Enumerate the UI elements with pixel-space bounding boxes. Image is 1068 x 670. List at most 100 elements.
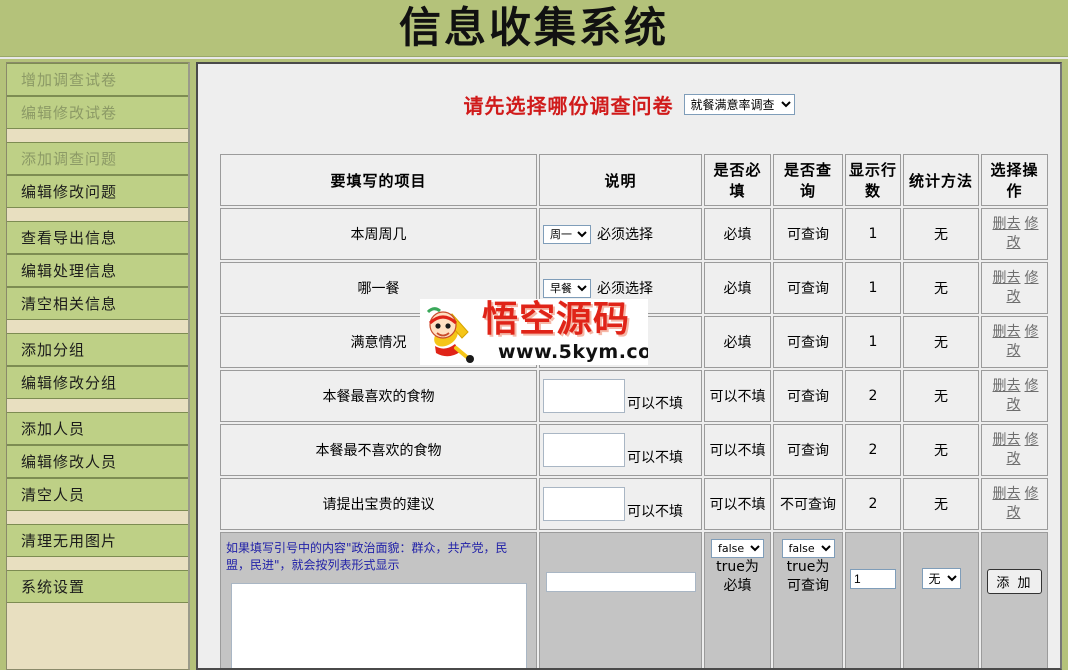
add-row-hint: 如果填写引号中的内容"政治面貌：群众，共产党，民盟，民进"，就会按列表形式显示 xyxy=(226,541,508,573)
add-required-select[interactable]: false xyxy=(711,539,764,558)
table-row: 本餐最不喜欢的食物 可以不填 可以不填 可查询 2 无删去 修改 xyxy=(220,424,1048,476)
sidebar-item-label: 系统设置 xyxy=(21,578,86,596)
sidebar-item-9[interactable]: 添加人员 xyxy=(7,412,188,445)
add-required-cell-note-line1: true为 xyxy=(716,559,759,575)
select-prompt-label: 请先选择哪份调查问卷 xyxy=(463,94,674,118)
header-divider xyxy=(0,56,1068,59)
cell-required: 可以不填 xyxy=(704,478,771,530)
row-description-text: 可以不填 xyxy=(627,450,683,466)
sidebar-item-8[interactable]: 编辑修改分组 xyxy=(7,366,188,399)
column-header-5: 统计方法 xyxy=(903,154,979,206)
cell-item: 本餐最喜欢的食物 xyxy=(220,370,537,422)
sidebar-item-label: 增加调查试卷 xyxy=(21,71,118,89)
sidebar-group-separator xyxy=(7,557,188,570)
cell-rows: 2 xyxy=(845,424,901,476)
sidebar-item-12[interactable]: 清理无用图片 xyxy=(7,524,188,557)
table-row: 请提出宝贵的建议 可以不填 可以不填 不可查询 2 无删去 修改 xyxy=(220,478,1048,530)
row-description-textarea[interactable] xyxy=(543,379,625,413)
row-option-select[interactable]: 早餐 xyxy=(543,278,591,298)
cell-actions: 删去 修改 xyxy=(981,262,1048,314)
row-description-text: 必须选择 xyxy=(575,335,631,351)
cell-queryable: 不可查询 xyxy=(773,478,843,530)
cell-actions: 删去 修改 xyxy=(981,478,1048,530)
delete-link[interactable]: 删去 xyxy=(993,432,1021,448)
sidebar-item-label: 编辑修改问题 xyxy=(21,183,118,201)
sidebar-item-label: 清空相关信息 xyxy=(21,295,118,313)
table-header-row: 要填写的项目 说明 是否必填 是否查询 显示行数 统计方法 选择操作 xyxy=(220,154,1048,206)
sidebar-item-13[interactable]: 系统设置 xyxy=(7,570,188,603)
add-stat-select[interactable]: 无 xyxy=(921,568,961,589)
questions-table-wrap: 要填写的项目 说明 是否必填 是否查询 显示行数 统计方法 选择操作 本周周几 周一 必须选择必… xyxy=(218,152,1050,668)
column-header-6: 选择操作 xyxy=(981,154,1048,206)
sidebar-item-0[interactable]: 增加调查试卷 xyxy=(7,63,188,96)
page-title: 信息收集系统 xyxy=(398,3,669,52)
delete-link[interactable]: 删去 xyxy=(993,270,1021,286)
cell-item: 本周周几 xyxy=(220,208,537,260)
survey-select[interactable]: 就餐满意率调查 xyxy=(683,94,795,115)
add-query-cell-note-line1: true为 xyxy=(786,559,830,575)
sidebar-group-separator xyxy=(7,603,188,616)
sidebar-group-separator xyxy=(7,399,188,412)
main-panel: 请先选择哪份调查问卷 就餐满意率调查 要填写的项目 说明 是否必填 是否查询 显示行数统… xyxy=(196,62,1062,670)
sidebar-item-5[interactable]: 编辑处理信息 xyxy=(7,254,188,287)
delete-link[interactable]: 删去 xyxy=(993,324,1021,340)
sidebar-item-label: 添加调查问题 xyxy=(21,150,118,168)
add-item-textarea[interactable] xyxy=(230,582,527,668)
questions-table: 要填写的项目 说明 是否必填 是否查询 显示行数 统计方法 选择操作 本周周几 周一 必须选择必… xyxy=(218,152,1050,668)
sidebar-item-3[interactable]: 编辑修改问题 xyxy=(7,175,188,208)
survey-select-bar: 请先选择哪份调查问卷 就餐满意率调查 xyxy=(198,90,1060,119)
add-description-input[interactable] xyxy=(545,572,696,592)
sidebar-filler xyxy=(7,616,188,656)
table-row: 满意情况 必须选择 必填 可查询 1 无删去 修改 xyxy=(220,316,1048,368)
add-item-cell: 如果填写引号中的内容"政治面貌：群众，共产党，民盟，民进"，就会按列表形式显示 xyxy=(220,532,537,668)
cell-description: 周一 必须选择 xyxy=(539,208,702,260)
app-header: 信息收集系统 xyxy=(0,0,1068,56)
cell-required: 可以不填 xyxy=(704,424,771,476)
add-button[interactable]: 添 加 xyxy=(987,569,1042,594)
add-action-cell: 添 加 xyxy=(981,532,1048,668)
sidebar-item-label: 查看导出信息 xyxy=(21,229,118,247)
row-description-text: 必须选择 xyxy=(597,281,653,297)
sidebar-item-7[interactable]: 添加分组 xyxy=(7,333,188,366)
sidebar-item-label: 编辑修改人员 xyxy=(21,453,118,471)
sidebar-item-10[interactable]: 编辑修改人员 xyxy=(7,445,188,478)
cell-stat: 无 xyxy=(903,262,979,314)
row-option-select[interactable] xyxy=(543,332,569,352)
cell-queryable: 可查询 xyxy=(773,370,843,422)
cell-stat: 无 xyxy=(903,478,979,530)
cell-stat: 无 xyxy=(903,424,979,476)
cell-description: 可以不填 xyxy=(539,424,702,476)
column-header-1: 说明 xyxy=(539,154,702,206)
row-description-textarea[interactable] xyxy=(543,433,625,467)
sidebar-group-separator xyxy=(7,208,188,221)
cell-actions: 删去 修改 xyxy=(981,370,1048,422)
sidebar-item-4[interactable]: 查看导出信息 xyxy=(7,221,188,254)
add-rows-input[interactable] xyxy=(850,569,896,589)
sidebar-item-1[interactable]: 编辑修改试卷 xyxy=(7,96,188,129)
delete-link[interactable]: 删去 xyxy=(993,216,1021,232)
sidebar-item-label: 清空人员 xyxy=(21,486,86,504)
column-header-2: 是否必填 xyxy=(704,154,771,206)
cell-queryable: 可查询 xyxy=(773,208,843,260)
row-option-select[interactable]: 周一 xyxy=(543,224,591,244)
table-row: 本餐最喜欢的食物 可以不填 可以不填 可查询 2 无删去 修改 xyxy=(220,370,1048,422)
sidebar-item-label: 添加分组 xyxy=(21,341,86,359)
sidebar-item-label: 编辑处理信息 xyxy=(21,262,118,280)
delete-link[interactable]: 删去 xyxy=(993,486,1021,502)
cell-queryable: 可查询 xyxy=(773,316,843,368)
page-root: 信息收集系统 增加调查试卷编辑修改试卷添加调查问题 编辑修改问题 查看导出信息 编辑处… xyxy=(0,0,1068,670)
cell-required: 必填 xyxy=(704,208,771,260)
sidebar-item-11[interactable]: 清空人员 xyxy=(7,478,188,511)
delete-link[interactable]: 删去 xyxy=(993,378,1021,394)
cell-rows: 2 xyxy=(845,478,901,530)
sidebar-item-2[interactable]: 添加调查问题 xyxy=(7,142,188,175)
cell-required: 可以不填 xyxy=(704,370,771,422)
add-question-row: 如果填写引号中的内容"政治面貌：群众，共产党，民盟，民进"，就会按列表形式显示 f… xyxy=(220,532,1048,668)
add-query-cell-note-line2: 可查询 xyxy=(787,577,829,594)
row-description-textarea[interactable] xyxy=(543,487,625,521)
sidebar-item-6[interactable]: 清空相关信息 xyxy=(7,287,188,320)
cell-rows: 1 xyxy=(845,208,901,260)
add-query-select[interactable]: false xyxy=(781,539,835,558)
cell-description: 早餐 必须选择 xyxy=(539,262,702,314)
cell-item: 哪一餐 xyxy=(220,262,537,314)
